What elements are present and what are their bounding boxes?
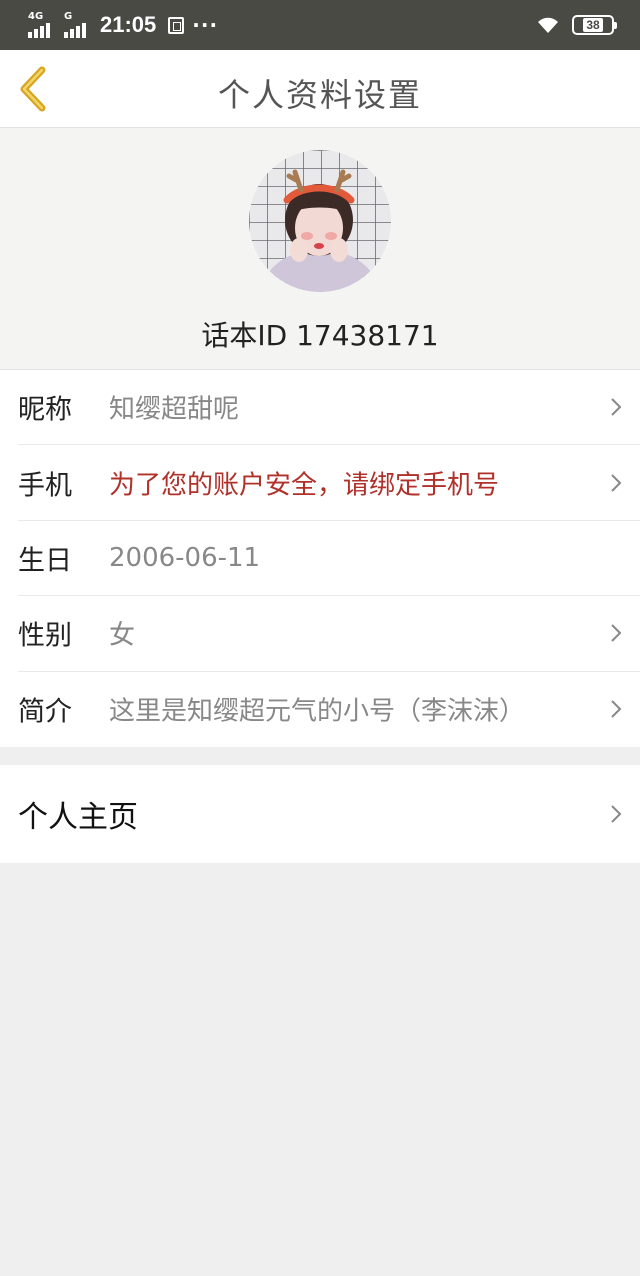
- user-id: 话本ID 17438171: [201, 319, 439, 352]
- nickname-row[interactable]: 昵称 知缨超甜呢: [18, 370, 640, 446]
- bio-row[interactable]: 简介 这里是知缨超元气的小号（李沫沫）: [18, 672, 640, 747]
- network-type-sim1: 4G: [28, 11, 44, 22]
- birthday-row: 生日 2006-06-11: [18, 521, 640, 597]
- sim-notification-icon: [168, 16, 185, 34]
- chevron-right-icon: [611, 700, 622, 718]
- nickname-value: 知缨超甜呢: [109, 394, 240, 425]
- page-title: 个人资料设置: [217, 76, 422, 114]
- status-bar: 4G G 21:05 ··· 38: [0, 0, 640, 50]
- chevron-right-icon: [611, 473, 622, 492]
- gender-row[interactable]: 性别 女: [18, 596, 640, 672]
- birthday-value: 2006-06-11: [109, 542, 261, 573]
- chevron-right-icon: [611, 624, 622, 643]
- personal-homepage-row[interactable]: 个人主页: [0, 765, 640, 863]
- personal-homepage-label: 个人主页: [18, 800, 138, 835]
- birthday-label: 生日: [18, 545, 72, 577]
- signal-icon-sim1: 4G: [28, 12, 58, 38]
- battery-level: 38: [583, 18, 603, 32]
- more-notifications-icon: ···: [192, 13, 219, 37]
- chevron-right-icon: [611, 398, 622, 416]
- avatar[interactable]: [249, 150, 391, 292]
- nickname-label: 昵称: [18, 394, 72, 426]
- status-time: 21:05: [100, 12, 157, 37]
- phone-label: 手机: [18, 470, 72, 502]
- profile-header: 话本ID 17438171: [0, 128, 640, 370]
- chevron-right-icon: [611, 805, 622, 823]
- gender-label: 性别: [18, 620, 72, 652]
- avatar-image: [249, 150, 391, 292]
- bio-value: 这里是知缨超元气的小号（李沫沫）: [109, 696, 526, 727]
- wifi-icon: [538, 17, 558, 33]
- network-type-sim2: G: [64, 11, 73, 22]
- phone-value: 为了您的账户安全，请绑定手机号: [109, 470, 500, 501]
- bio-label: 简介: [18, 696, 72, 728]
- signal-icon-sim2: G: [64, 12, 90, 38]
- gender-value: 女: [109, 620, 136, 651]
- phone-row[interactable]: 手机 为了您的账户安全，请绑定手机号: [18, 445, 640, 521]
- profile-info-list: 昵称 知缨超甜呢 手机 为了您的账户安全，请绑定手机号 生日 2006-06-1…: [0, 370, 640, 747]
- battery-icon: 38: [572, 15, 617, 35]
- title-bar: 个人资料设置: [0, 50, 640, 128]
